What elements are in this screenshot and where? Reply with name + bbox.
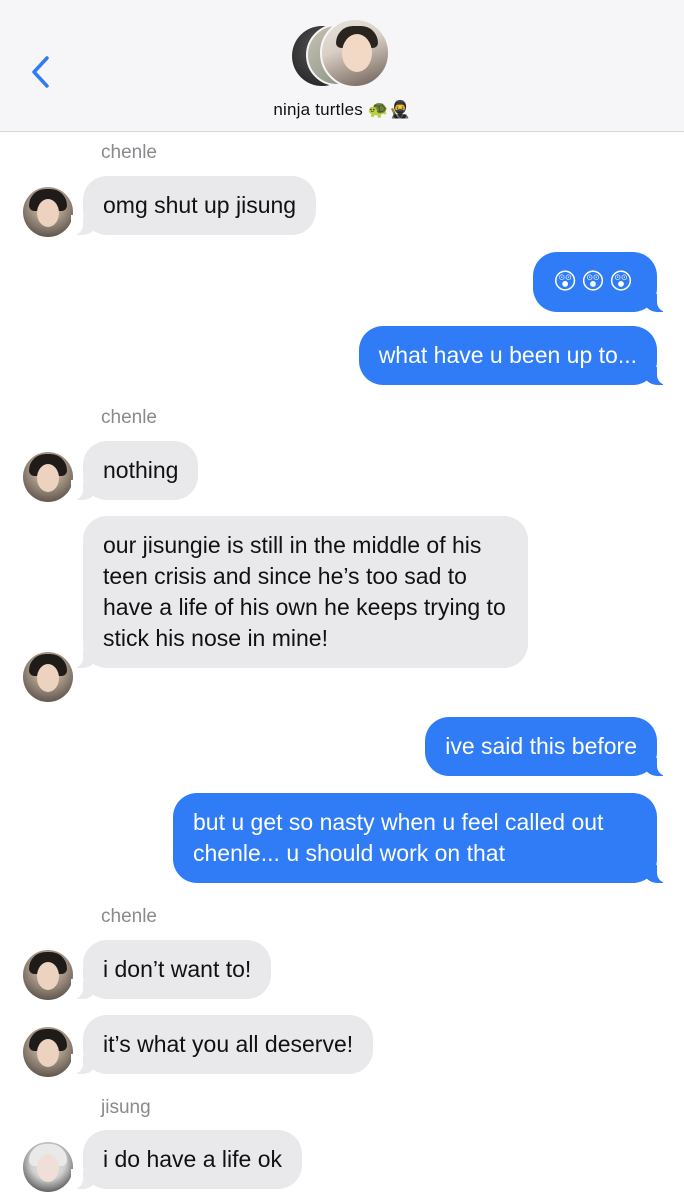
conversation-header: ninja turtles 🐢🥷 [0, 0, 684, 132]
message-text: what have u been up to... [378, 342, 637, 368]
avatar[interactable] [23, 652, 73, 702]
message-bubble-outgoing[interactable]: but u get so nasty when u feel called ou… [173, 793, 669, 883]
back-button[interactable] [22, 50, 58, 94]
message-bubble-incoming[interactable]: nothing [70, 441, 199, 500]
member-avatar [320, 18, 390, 88]
message-text: nothing [103, 457, 179, 483]
message-bubble-incoming[interactable]: our jisungie is still in the middle of h… [71, 516, 528, 668]
message-text: it’s what you all deserve! [103, 1031, 354, 1057]
message-text: 😲😲😲 [553, 269, 637, 295]
message-text: but u get so nasty when u feel called ou… [193, 809, 604, 866]
message-bubble-outgoing[interactable]: 😲😲😲 [533, 252, 669, 312]
avatar[interactable] [23, 452, 73, 502]
sender-name: jisung [101, 1097, 151, 1118]
avatar[interactable] [23, 1027, 73, 1077]
group-avatar-stack[interactable] [292, 18, 394, 88]
group-name-text: ninja turtles [273, 100, 363, 119]
sender-name: chenle [101, 142, 157, 163]
group-emoji: 🐢🥷 [367, 100, 411, 120]
message-bubble-incoming[interactable]: i do have a life ok [70, 1130, 303, 1189]
group-name[interactable]: ninja turtles 🐢🥷 [0, 100, 684, 120]
message-text: i do have a life ok [103, 1146, 283, 1172]
message-bubble-incoming[interactable]: i don’t want to! [70, 940, 272, 999]
message-text: omg shut up jisung [103, 192, 297, 218]
chevron-left-icon [32, 56, 49, 88]
avatar[interactable] [23, 950, 73, 1000]
message-text: our jisungie is still in the middle of h… [103, 532, 506, 651]
message-bubble-outgoing[interactable]: ive said this before [425, 717, 669, 776]
message-text: ive said this before [445, 733, 637, 759]
avatar[interactable] [23, 187, 73, 237]
message-bubble-outgoing[interactable]: what have u been up to... [358, 326, 670, 385]
sender-name: chenle [101, 407, 157, 428]
avatar[interactable] [23, 1142, 73, 1192]
message-bubble-incoming[interactable]: omg shut up jisung [70, 176, 317, 235]
sender-name: chenle [101, 906, 157, 927]
message-text: i don’t want to! [103, 956, 252, 982]
message-bubble-incoming[interactable]: it’s what you all deserve! [70, 1015, 374, 1074]
